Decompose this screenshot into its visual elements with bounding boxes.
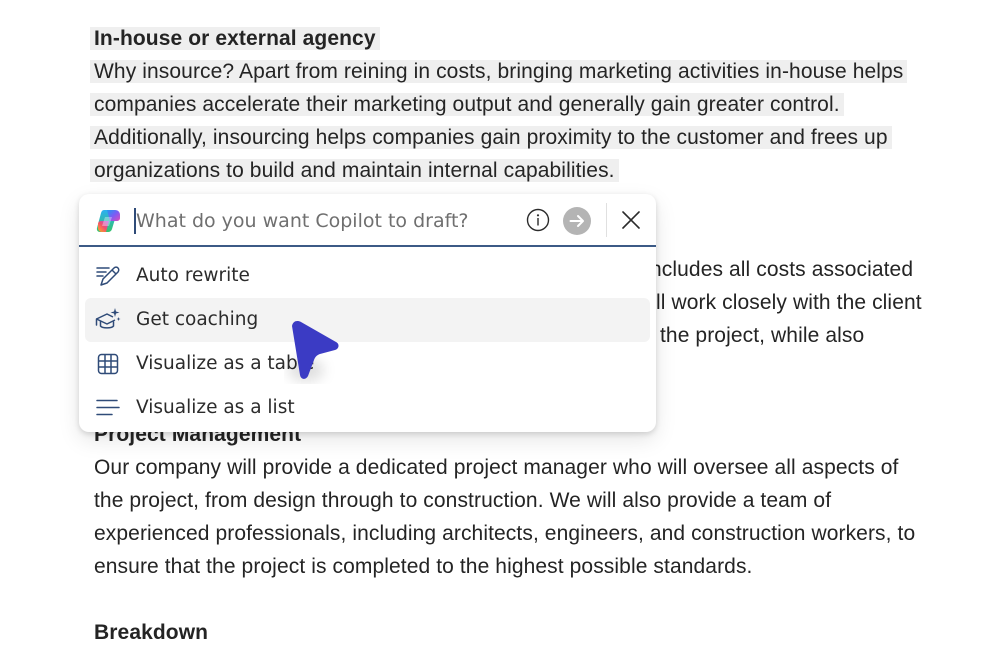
menu-item-visualize-list[interactable]: Visualize as a list bbox=[85, 386, 650, 430]
copilot-input-row bbox=[79, 194, 656, 247]
paragraph-line: Additionally, insourcing helps companies… bbox=[90, 121, 892, 154]
copilot-prompt-input[interactable] bbox=[136, 206, 506, 236]
menu-item-label: Visualize as a list bbox=[136, 397, 295, 418]
arrow-right-icon bbox=[569, 215, 584, 227]
hidden-paragraph-line: ll work closely with the client bbox=[656, 291, 922, 314]
toolbar-divider bbox=[606, 203, 607, 237]
paragraph-line: organizations to build and maintain inte… bbox=[90, 154, 619, 187]
menu-item-visualize-table[interactable]: Visualize as a table bbox=[85, 342, 650, 386]
copilot-logo-icon bbox=[96, 210, 120, 232]
paragraph-line: ensure that the project is completed to … bbox=[94, 555, 753, 578]
heading-in-house: In-house or external agency bbox=[90, 22, 380, 55]
pencil-lines-icon bbox=[96, 266, 120, 286]
copilot-draft-popup: Auto rewrite Get coaching Visualize as a… bbox=[79, 194, 656, 432]
send-button[interactable] bbox=[563, 207, 591, 235]
pointer-cursor-icon bbox=[288, 321, 339, 382]
menu-item-auto-rewrite[interactable]: Auto rewrite bbox=[85, 254, 650, 298]
menu-item-get-coaching[interactable]: Get coaching bbox=[85, 298, 650, 342]
paragraph-line: Why insource? Apart from reining in cost… bbox=[90, 55, 908, 88]
menu-item-label: Auto rewrite bbox=[136, 265, 250, 286]
table-grid-icon bbox=[97, 353, 119, 375]
graduation-cap-sparkle-icon bbox=[95, 308, 121, 329]
paragraph-line: the project, from design through to cons… bbox=[94, 489, 832, 512]
close-icon[interactable] bbox=[620, 209, 642, 231]
menu-item-label: Get coaching bbox=[136, 309, 259, 330]
heading-breakdown: Breakdown bbox=[94, 621, 209, 644]
list-lines-icon bbox=[96, 399, 120, 416]
hidden-paragraph-line: the project, while also bbox=[660, 324, 865, 347]
info-icon[interactable] bbox=[526, 208, 550, 232]
paragraph-line: experienced professionals, including arc… bbox=[94, 522, 916, 545]
paragraph-line: companies accelerate their marketing out… bbox=[90, 88, 844, 121]
paragraph-line: Our company will provide a dedicated pro… bbox=[94, 456, 899, 479]
hidden-paragraph-line: ncludes all costs associated bbox=[650, 258, 914, 281]
